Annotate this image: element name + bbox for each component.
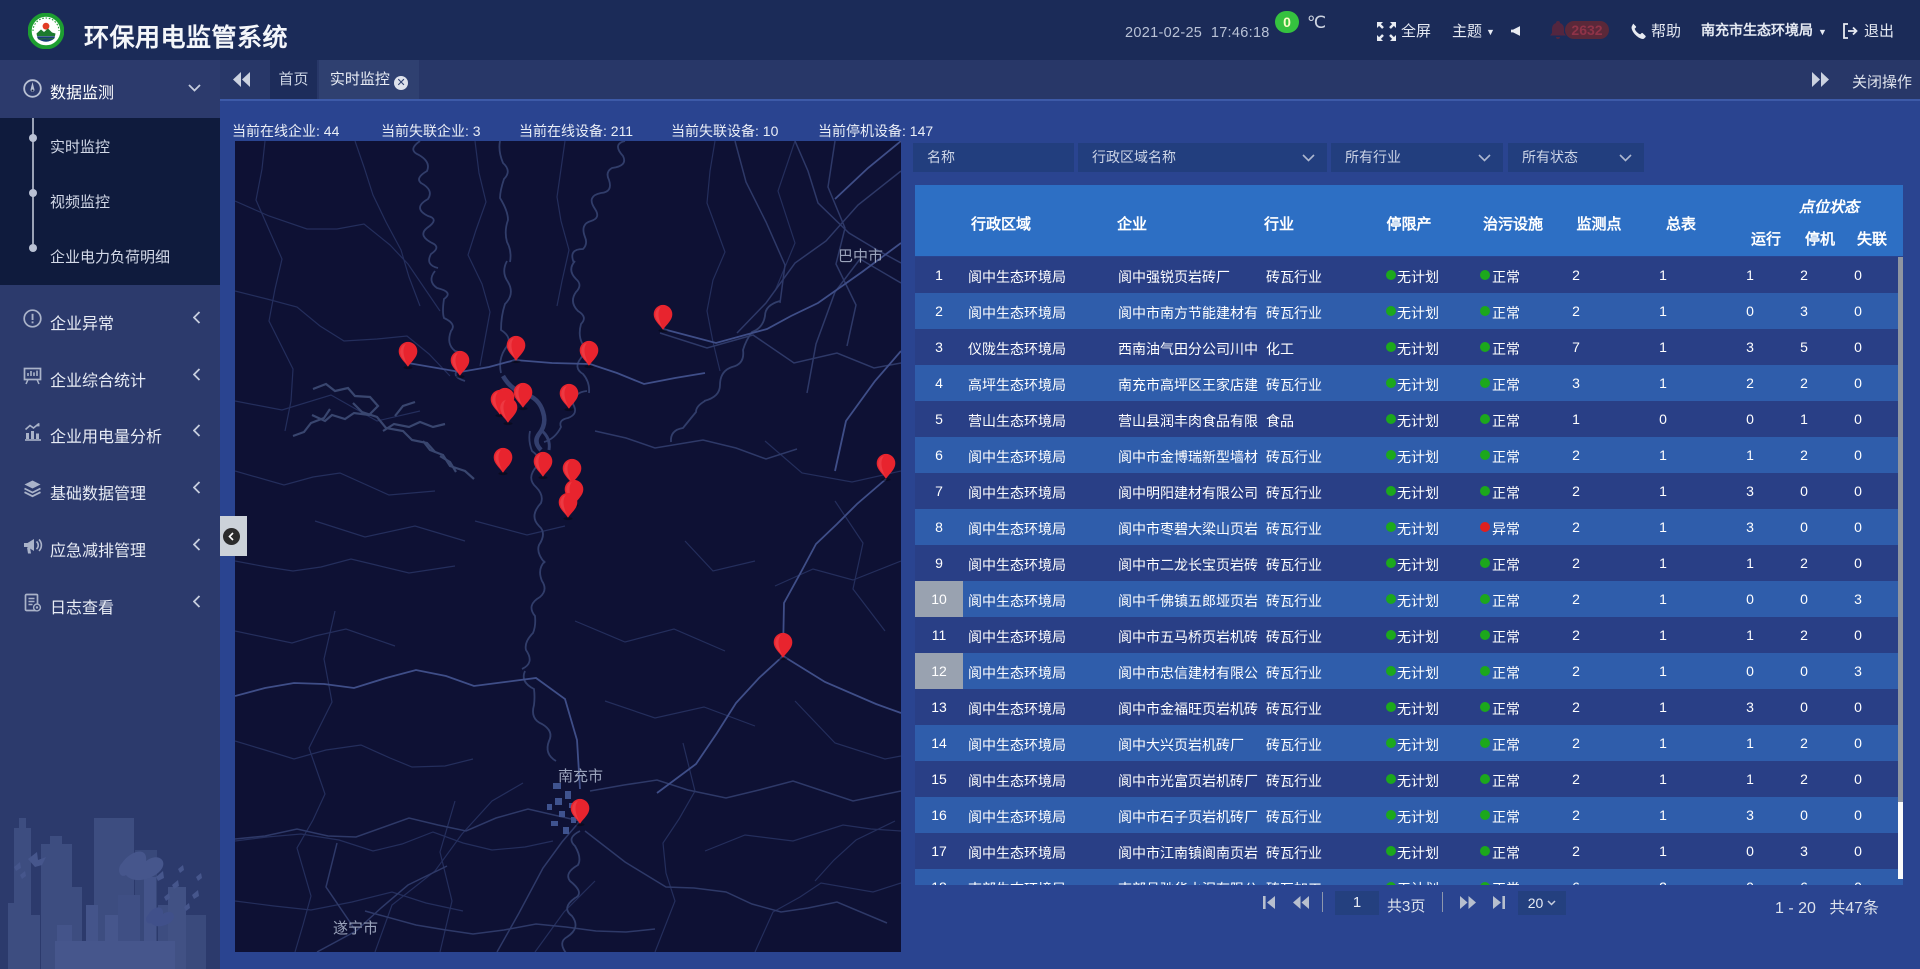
svg-text:南充市: 南充市 xyxy=(558,768,603,785)
svg-text:遂宁市: 遂宁市 xyxy=(333,920,378,937)
svg-text:巴中市: 巴中市 xyxy=(838,248,883,265)
